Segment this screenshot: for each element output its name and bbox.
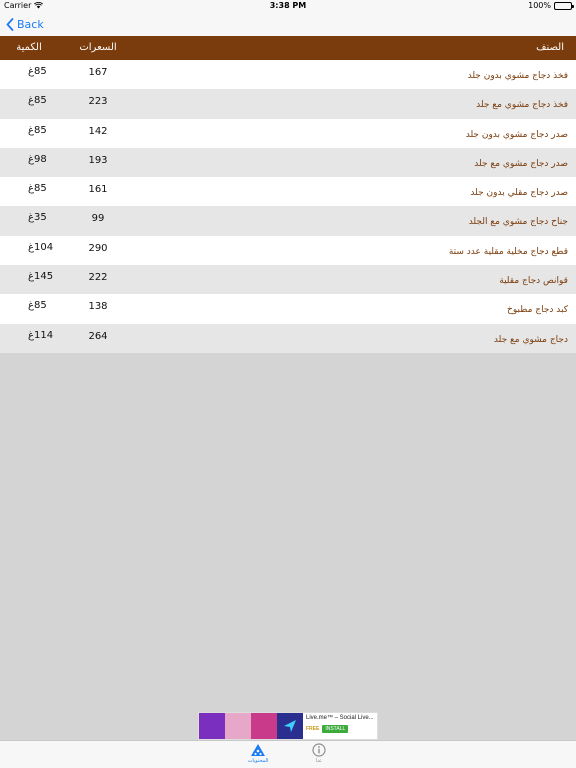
table-row[interactable]: 85غ 161 صدر دجاج مقلي بدون جلد: [0, 177, 576, 207]
row-item: قطع دجاج مخلية مقلية عدد ستة: [448, 246, 568, 257]
row-calories: 223: [88, 96, 108, 108]
table-row[interactable]: 85غ 223 فخذ دجاج مشوي مع جلد: [0, 89, 576, 119]
row-item: صدر دجاج مشوي بدون جلد: [465, 129, 568, 140]
navigation-bar: Back: [0, 12, 576, 36]
battery-info: 100%: [528, 1, 574, 10]
row-quantity: 85غ: [28, 183, 47, 195]
back-label: Back: [17, 17, 44, 31]
table-row[interactable]: 35غ 99 جناح دجاج مشوي مع الجلد: [0, 206, 576, 236]
row-calories: 193: [88, 154, 108, 166]
table-row[interactable]: 85غ 142 صدر دجاج مشوي بدون جلد: [0, 118, 576, 148]
row-calories: 290: [88, 242, 108, 254]
row-item: فخذ دجاج مشوي مع جلد: [476, 100, 568, 111]
header-quantity: الكمية: [16, 42, 42, 53]
row-calories: 167: [88, 67, 108, 78]
live-me-logo-icon: [284, 720, 296, 732]
row-quantity: 85غ: [28, 95, 47, 107]
status-time: 3:38 PM: [269, 1, 307, 10]
row-calories: 222: [88, 272, 108, 284]
row-item: جناح دجاج مشوي مع الجلد: [468, 217, 568, 228]
row-quantity: 114غ: [28, 329, 54, 341]
table-row[interactable]: 85غ 167 فخذ دجاج مشوي بدون جلد: [0, 60, 576, 90]
row-quantity: 85غ: [28, 66, 47, 77]
header-item: الصنف: [536, 42, 564, 53]
tab-contents[interactable]: المحتويات: [243, 743, 273, 767]
tab-contents-label: المحتويات: [247, 758, 269, 764]
row-quantity: 145غ: [28, 271, 54, 283]
ad-banner[interactable]: Live.me™ – Social Live... FREE INSTALL: [198, 712, 378, 740]
battery-icon: [554, 1, 574, 10]
nutrition-table: 85غ 167 فخذ دجاج مشوي بدون جلد 85غ 223 ف…: [0, 60, 576, 353]
row-calories: 264: [88, 330, 108, 342]
ad-title: Live.me™ – Social Live...: [306, 715, 374, 721]
row-item: فخذ دجاج مشوي بدون جلد: [467, 71, 568, 81]
row-item: قوانص دجاج مقلية: [499, 276, 568, 287]
table-row[interactable]: 145غ 222 قوانص دجاج مقلية: [0, 265, 576, 295]
row-item: صدر دجاج مقلي بدون جلد: [470, 188, 568, 199]
table-row[interactable]: 114غ 264 دجاج مشوي مع جلد: [0, 323, 576, 353]
row-calories: 161: [88, 184, 108, 196]
row-quantity: 98غ: [28, 153, 47, 165]
ad-text: Live.me™ – Social Live... FREE INSTALL: [303, 713, 377, 739]
row-quantity: 85غ: [28, 300, 47, 312]
pizza-icon: [251, 744, 265, 756]
info-icon: [312, 743, 326, 757]
tab-bar: المحتويات عنا: [0, 740, 576, 768]
row-calories: 142: [88, 125, 108, 137]
row-calories: 138: [88, 301, 108, 313]
tab-about[interactable]: عنا: [304, 743, 334, 767]
battery-percent: 100%: [528, 1, 551, 10]
back-button[interactable]: Back: [6, 15, 44, 33]
status-bar: Carrier 3:38 PM 100%: [0, 0, 576, 12]
ad-free-label: FREE: [306, 726, 320, 732]
header-calories: السعرات: [79, 42, 117, 53]
row-quantity: 104غ: [28, 241, 54, 253]
ad-install-button[interactable]: INSTALL: [322, 725, 349, 733]
table-row[interactable]: 98غ 193 صدر دجاج مشوي مع جلد: [0, 147, 576, 178]
table-row[interactable]: 104غ 290 قطع دجاج مخلية مقلية عدد ستة: [0, 235, 576, 266]
tab-about-label: عنا: [315, 758, 322, 764]
row-item: كبد دجاج مطبوخ: [507, 305, 568, 316]
row-item: صدر دجاج مشوي مع جلد: [474, 158, 568, 169]
row-quantity: 35غ: [28, 212, 47, 224]
row-item: دجاج مشوي مع جلد: [493, 334, 568, 345]
row-calories: 99: [91, 213, 105, 225]
row-quantity: 85غ: [28, 124, 47, 136]
ad-image: [199, 713, 303, 739]
table-header: الكمية السعرات الصنف: [0, 36, 576, 60]
chevron-left-icon: [6, 17, 14, 31]
table-row[interactable]: 85غ 138 كبد دجاج مطبوخ: [0, 294, 576, 324]
